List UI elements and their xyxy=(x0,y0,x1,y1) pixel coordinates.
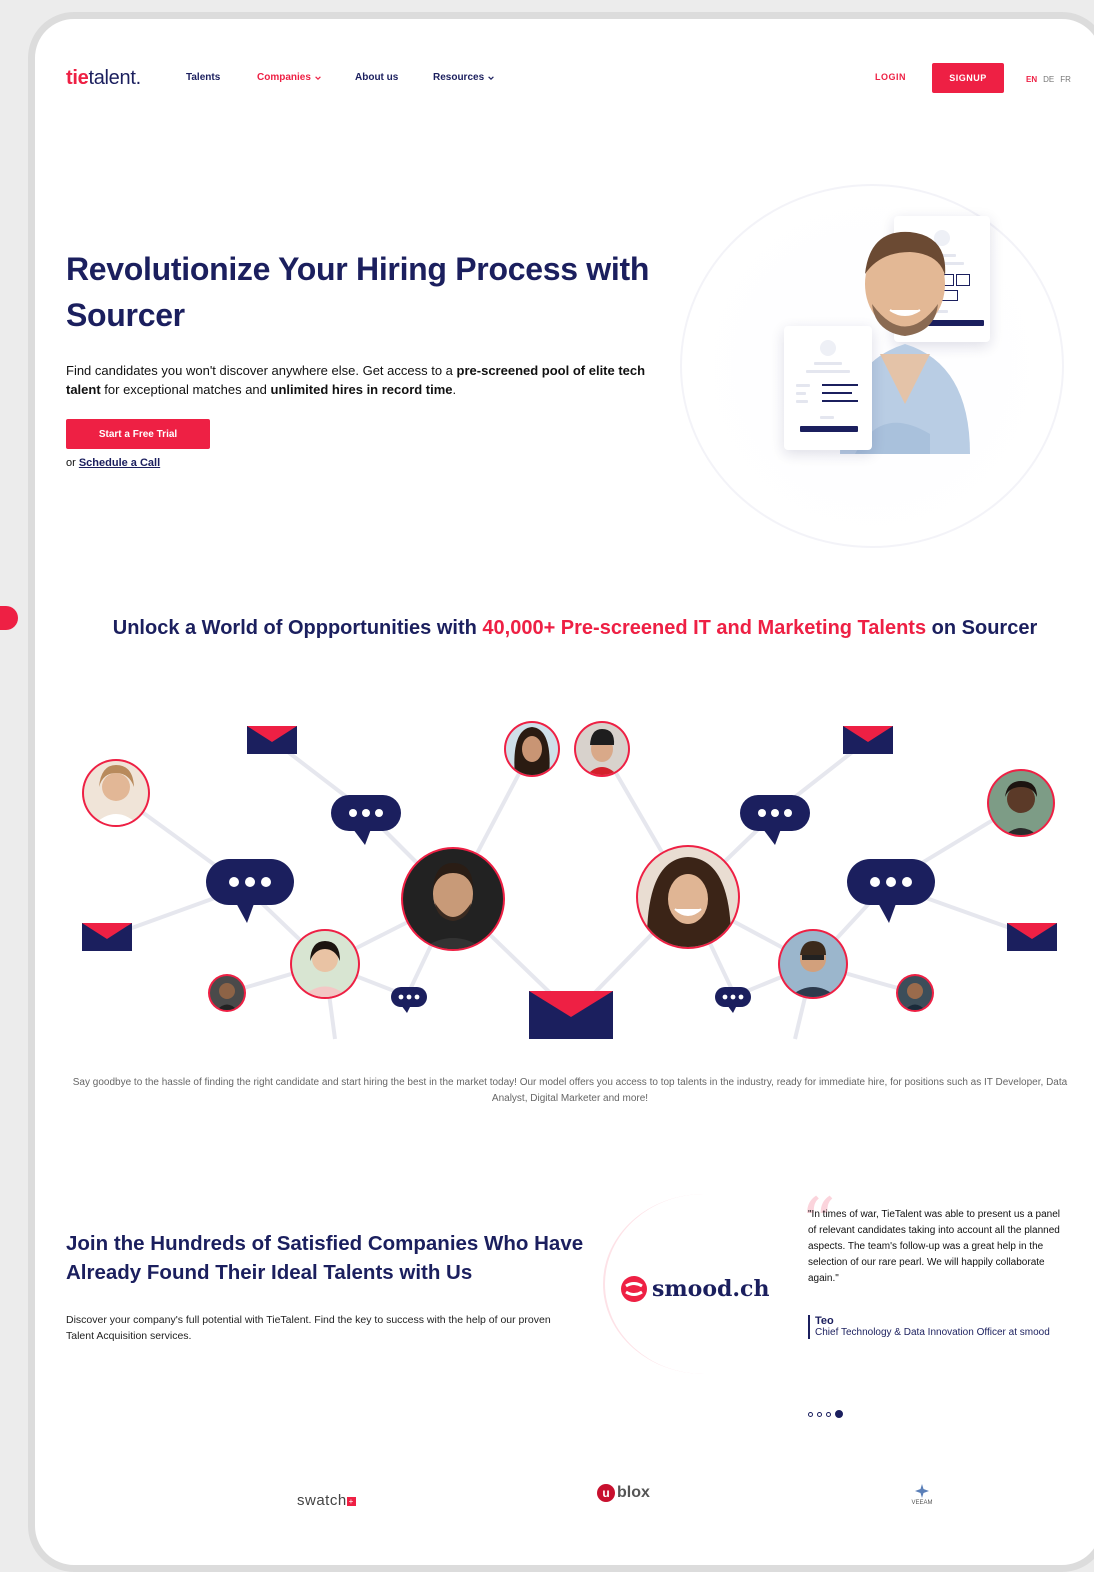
chat-bubble-icon xyxy=(206,859,294,923)
avatar xyxy=(778,929,848,999)
avatar xyxy=(504,721,560,777)
veeam-mark-icon xyxy=(915,1484,929,1498)
side-pointer-tab xyxy=(0,606,18,630)
section-title-unlock: Unlock a World of Oppportunities with 40… xyxy=(112,617,1038,639)
client-logos: swatch + u blox VEEAM xyxy=(35,1484,1075,1524)
section-title-companies: Join the Hundreds of Satisfied Companies… xyxy=(66,1232,584,1284)
avatar xyxy=(987,769,1055,837)
chevron-down-icon xyxy=(315,75,321,80)
schedule-call-link[interactable]: Schedule a Call xyxy=(79,457,160,469)
tietalent-logo[interactable]: tietalent. xyxy=(66,67,141,90)
lang-en[interactable]: EN xyxy=(1026,75,1037,84)
envelope-icon xyxy=(529,991,613,1039)
ublox-logo: u blox xyxy=(597,1484,650,1502)
carousel-dots xyxy=(808,1410,843,1418)
chat-bubble-icon xyxy=(391,987,427,1013)
lang-de[interactable]: DE xyxy=(1043,75,1054,84)
chat-bubble-icon xyxy=(715,987,751,1013)
swatch-logo: swatch + xyxy=(297,1492,356,1509)
avatar xyxy=(896,974,934,1012)
avatar xyxy=(208,974,246,1012)
signup-button[interactable]: SIGNUP xyxy=(932,63,1004,93)
start-free-trial-button[interactable]: Start a Free Trial xyxy=(66,419,210,449)
schedule-call-line: or Schedule a Call xyxy=(66,457,161,469)
section-description-companies: Discover your company's full potential w… xyxy=(66,1314,551,1342)
smood-mark-icon xyxy=(621,1276,647,1302)
section-description-unlock: Say goodbye to the hassle of finding the… xyxy=(72,1077,1068,1104)
nav-talents[interactable]: Talents xyxy=(186,72,220,83)
nav-companies[interactable]: Companies xyxy=(257,72,322,83)
avatar xyxy=(82,759,150,827)
hero-illustration xyxy=(680,184,1080,564)
login-link[interactable]: LOGIN xyxy=(875,72,906,82)
author-name: Teo xyxy=(815,1315,834,1327)
carousel-dot[interactable] xyxy=(826,1411,831,1417)
author-role: Chief Technology & Data Innovation Offic… xyxy=(815,1327,1050,1338)
envelope-icon xyxy=(843,726,893,754)
language-switcher: EN DE FR xyxy=(1026,75,1071,84)
avatar xyxy=(574,721,630,777)
envelope-icon xyxy=(82,923,132,951)
device-frame: tietalent. Talents Companies About us Re… xyxy=(28,12,1094,1572)
lang-fr[interactable]: FR xyxy=(1060,75,1071,84)
smood-logo: smood.ch xyxy=(620,1275,769,1303)
hero-description: Find candidates you won't discover anywh… xyxy=(66,363,646,397)
testimonial-author: Teo Chief Technology & Data Innovation O… xyxy=(808,1315,1070,1339)
candidate-card xyxy=(784,326,872,450)
hero-title: Revolutionize Your Hiring Process with S… xyxy=(66,251,650,333)
envelope-icon xyxy=(1007,923,1057,951)
avatar xyxy=(290,929,360,999)
talent-network-illustration xyxy=(82,721,1057,1040)
testimonial-quote: "In times of war, TieTalent was able to … xyxy=(808,1209,1061,1284)
envelope-icon xyxy=(247,726,297,754)
nav-about-us[interactable]: About us xyxy=(355,72,398,83)
carousel-dot[interactable] xyxy=(808,1411,813,1417)
carousel-dot-active[interactable] xyxy=(835,1410,843,1418)
nav-resources[interactable]: Resources xyxy=(433,72,495,83)
carousel-dot[interactable] xyxy=(817,1411,822,1417)
veeam-logo: VEEAM xyxy=(902,1484,942,1506)
chevron-down-icon xyxy=(488,75,494,80)
